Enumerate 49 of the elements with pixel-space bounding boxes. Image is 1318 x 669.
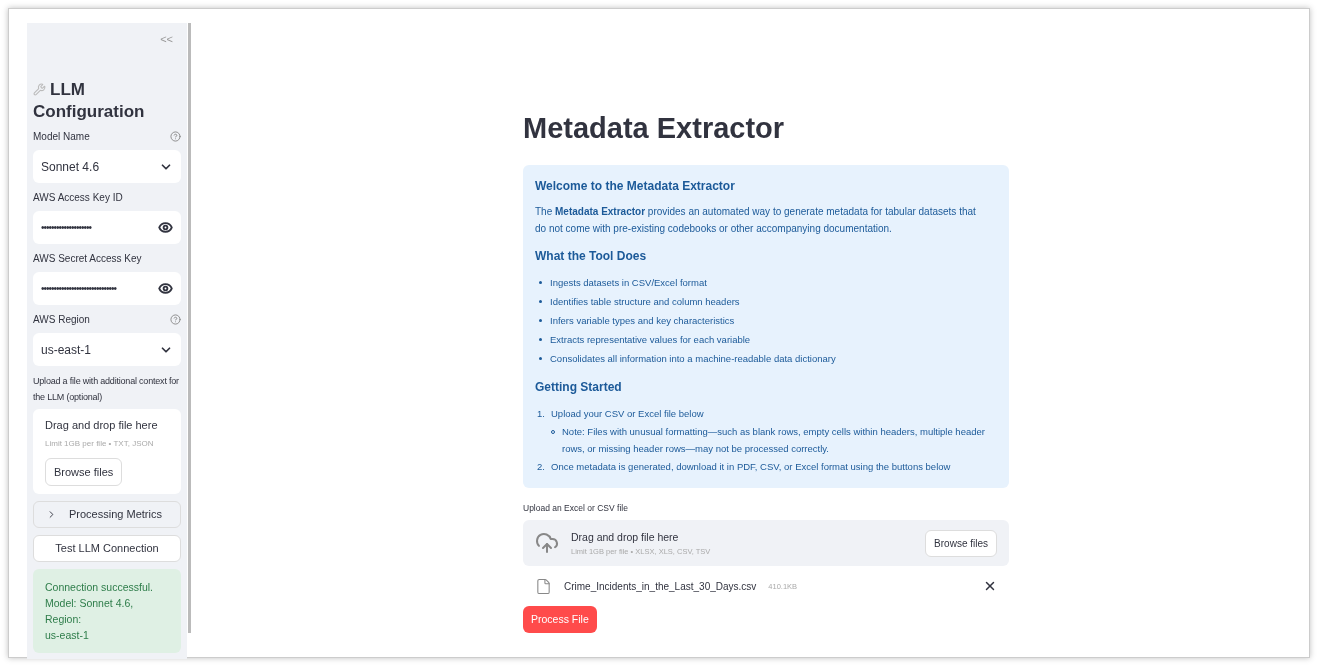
dropzone-text: Drag and drop file here: [45, 418, 158, 433]
feature-item: Identifies table structure and column headers: [550, 294, 740, 309]
intro-paragraph: The Metadata Extractor provides an automated way to generate metadata for tabular datasets that do not come with pre-existing codebooks or other accompanying documentation.: [535, 204, 977, 236]
feature-item: Ingests datasets in CSV/Excel format: [550, 275, 707, 290]
section-heading: What the Tool Does: [535, 247, 648, 265]
expander-header[interactable]: Processing Metrics: [33, 501, 181, 528]
step-number: 2.: [536, 459, 545, 474]
bullet-icon: [539, 299, 542, 303]
file-dropzone[interactable]: Drag and drop file here Limit 1GB per file • TXT, JSON Browse files: [33, 409, 181, 494]
wrench-icon: [33, 82, 46, 96]
dropzone-text: Drag and drop file here: [571, 529, 680, 545]
success-text: Model: Sonnet 4.6, Region:: [45, 596, 135, 627]
field-label: AWS Access Key ID: [33, 191, 123, 205]
cloud-upload-icon: [535, 531, 559, 556]
step-number: 1.: [536, 406, 545, 421]
bullet-icon: [539, 280, 542, 284]
file-icon: [535, 577, 552, 595]
step-text: Upload your CSV or Excel file below: [551, 406, 704, 421]
file-name: Crime_Incidents_in_the_Last_30_Days.csv: [564, 579, 757, 594]
section-heading: Getting Started: [535, 378, 623, 396]
bullet-icon: [539, 318, 542, 322]
page-title: Metadata Extractor: [523, 111, 786, 146]
eye-icon[interactable]: [158, 281, 173, 296]
browse-files-button[interactable]: Browse files: [925, 529, 997, 557]
file-limit-text: Limit 1GB per file • TXT, JSON: [45, 437, 154, 450]
field-label: Upload a file with additional context for the LLM (optional): [33, 375, 180, 404]
test-connection-button[interactable]: Test LLM Connection: [33, 535, 181, 562]
feature-item: Infers variable types and key characteristics: [550, 313, 735, 328]
feature-item: Extracts representative values for each variable: [550, 332, 751, 347]
bullet-icon: [539, 337, 542, 341]
field-label: Model Name: [33, 130, 90, 144]
success-text: us-east-1: [45, 628, 90, 643]
eye-icon[interactable]: [158, 220, 173, 235]
browse-files-button[interactable]: Browse files: [45, 457, 123, 486]
info-heading: Welcome to the Metadata Extractor: [535, 177, 736, 195]
password-field[interactable]: ••••••••••••••••••••: [33, 211, 181, 244]
note-text: Note: Files with unusual formatting—such as blank rows, empty cells within headers, multiple header rows, or missing header rows—may not be processed correctly.: [562, 424, 986, 456]
feature-item: Consolidates all information into a machine-readable data dictionary: [550, 351, 836, 366]
field-label: AWS Secret Access Key: [33, 252, 142, 266]
select-field[interactable]: Sonnet 4.6: [33, 150, 181, 183]
sidebar-title: Configuration: [33, 102, 146, 122]
uploader-label: Upload an Excel or CSV file: [523, 501, 629, 515]
select-field[interactable]: us-east-1: [33, 333, 181, 366]
sidebar-title: LLM: [50, 78, 85, 101]
step-text: Once metadata is generated, download it in PDF, CSV, or Excel format using the buttons below: [551, 459, 951, 474]
bullet-icon: [539, 356, 542, 360]
field-label: AWS Region: [33, 313, 90, 327]
success-text: Connection successful.: [45, 580, 154, 595]
password-field[interactable]: ••••••••••••••••••••••••••••••: [33, 272, 181, 305]
